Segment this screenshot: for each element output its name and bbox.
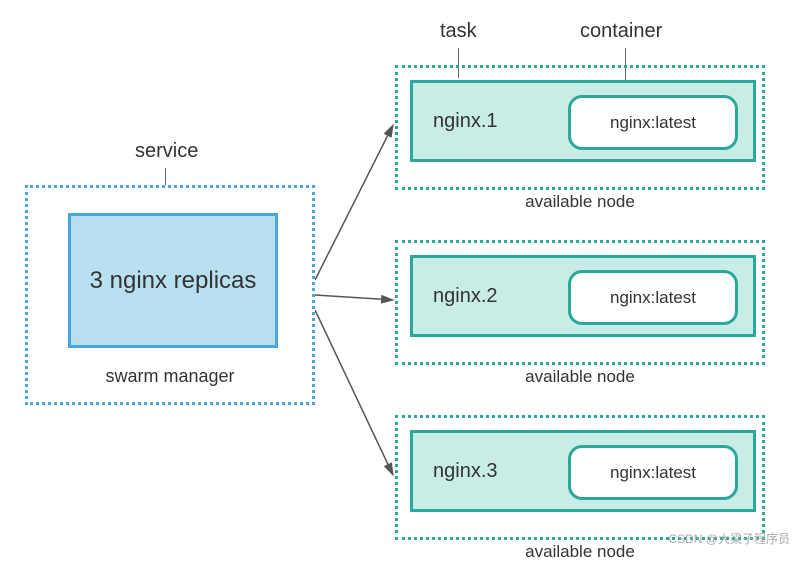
node-label-2: available node — [398, 367, 762, 387]
task-box-2: nginx.2 nginx:latest — [410, 255, 756, 337]
container-box-1: nginx:latest — [568, 95, 738, 150]
task-label: task — [440, 20, 477, 43]
task-box-3: nginx.3 nginx:latest — [410, 430, 756, 512]
swarm-manager-box: 3 nginx replicas swarm manager — [25, 185, 315, 405]
container-box-2: nginx:latest — [568, 270, 738, 325]
node-box-1: nginx.1 nginx:latest available node — [395, 65, 765, 190]
task-name-2: nginx.2 — [433, 285, 543, 308]
service-box: 3 nginx replicas — [68, 213, 278, 348]
task-name-3: nginx.3 — [433, 460, 543, 483]
container-image-3: nginx:latest — [610, 463, 696, 483]
watermark: CSDN @大梁子程序员 — [668, 530, 790, 547]
swarm-manager-label: swarm manager — [28, 366, 312, 387]
node-box-3: nginx.3 nginx:latest available node — [395, 415, 765, 540]
container-image-1: nginx:latest — [610, 113, 696, 133]
service-label: service — [135, 140, 198, 163]
container-label: container — [580, 20, 662, 43]
task-box-1: nginx.1 nginx:latest — [410, 80, 756, 162]
container-box-3: nginx:latest — [568, 445, 738, 500]
node-label-1: available node — [398, 192, 762, 212]
task-name-1: nginx.1 — [433, 110, 543, 133]
node-box-2: nginx.2 nginx:latest available node — [395, 240, 765, 365]
container-image-2: nginx:latest — [610, 288, 696, 308]
service-text: 3 nginx replicas — [90, 265, 257, 296]
arrows — [315, 65, 400, 485]
